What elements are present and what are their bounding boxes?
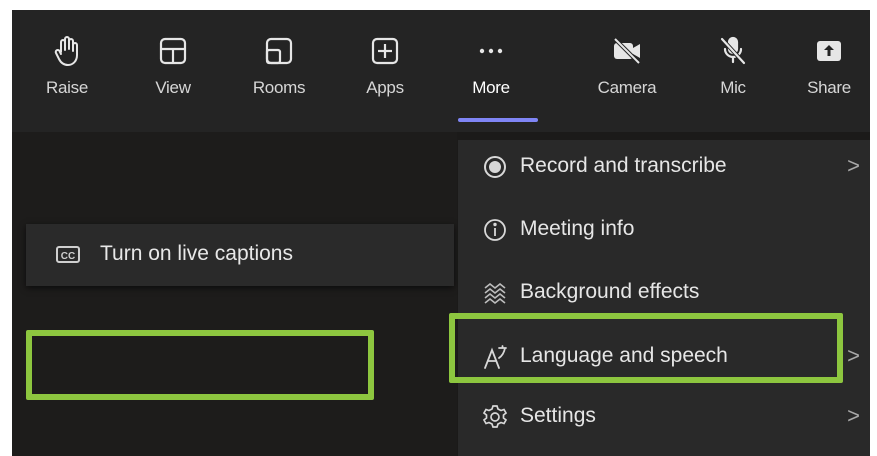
info-icon [484, 219, 506, 241]
captions-label: Turn on live captions [100, 242, 293, 265]
record-icon [484, 156, 506, 178]
background-effects-icon [484, 282, 506, 305]
camera-off-icon [613, 37, 641, 65]
view-label: View [155, 78, 191, 97]
menu-item-meeting-info[interactable]: Meeting info [458, 203, 870, 259]
apps-label: Apps [366, 78, 404, 97]
more-label: More [472, 78, 510, 97]
camera-label: Camera [597, 78, 657, 97]
rooms-button[interactable]: Rooms [242, 20, 316, 120]
apps-button[interactable]: Apps [348, 20, 422, 120]
settings-gear-icon [482, 405, 508, 428]
turn-on-live-captions-item[interactable]: CC Turn on live captions [26, 224, 454, 286]
mic-button[interactable]: Mic [696, 20, 770, 120]
closed-captions-icon: CC [56, 246, 80, 263]
more-options-menu: Record and transcribe > Meeting info Bac… [458, 140, 870, 456]
apps-add-icon [371, 37, 399, 65]
mic-off-icon [720, 36, 746, 65]
rooms-label: Rooms [252, 78, 306, 97]
settings-label: Settings [520, 404, 596, 427]
raise-label: Raise [46, 78, 88, 97]
language-highlight-box [449, 313, 843, 383]
view-grid-icon [159, 37, 187, 65]
share-label: Share [807, 78, 851, 97]
view-button[interactable]: View [136, 20, 210, 120]
breakout-rooms-icon [265, 37, 293, 65]
share-icon [817, 41, 841, 61]
camera-button[interactable]: Camera [590, 20, 664, 120]
captions-highlight-box [26, 330, 374, 400]
meeting-toolbar: Raise View Rooms Apps More Camera Mic Sh… [12, 10, 870, 132]
raise-hand-button[interactable]: Raise [30, 20, 104, 120]
chevron-right-icon: > [847, 403, 860, 428]
record-and-transcribe-label: Record and transcribe [520, 154, 727, 177]
menu-item-settings[interactable]: Settings > [458, 390, 870, 446]
background-effects-label: Background effects [520, 280, 700, 303]
mic-label: Mic [720, 78, 746, 97]
chevron-right-icon: > [847, 343, 860, 368]
share-button[interactable]: Share [792, 20, 866, 120]
chevron-right-icon: > [847, 153, 860, 178]
meeting-stage [12, 132, 457, 456]
meeting-info-label: Meeting info [520, 217, 635, 240]
more-dots-icon [479, 48, 503, 54]
hand-raise-icon [54, 36, 78, 66]
more-active-indicator [458, 118, 538, 122]
menu-item-record-and-transcribe[interactable]: Record and transcribe > [458, 140, 870, 196]
more-button[interactable]: More [454, 20, 528, 120]
